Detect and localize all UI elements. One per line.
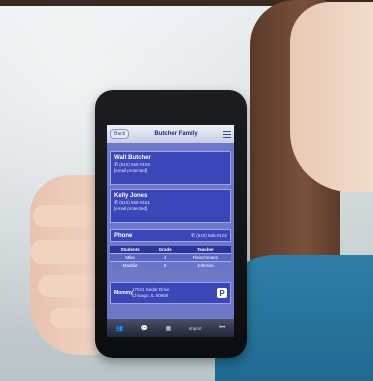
tab-bar: 👥 💬 ▦ Import ••• [107, 319, 234, 337]
phone-label: Phone [114, 232, 133, 239]
contact-name: Kelly Jones [114, 193, 148, 199]
contact-email[interactable]: [email protected] [114, 206, 227, 212]
phone-row[interactable]: Phone ✆(610) 555-0102 [110, 229, 231, 242]
address-line-2: Chicago, IL 60606 [132, 293, 169, 298]
address-line-1: 17041 Sedar Drive [132, 287, 170, 292]
person-face [290, 2, 373, 192]
table-cell: 4 [150, 253, 180, 262]
phone-screen: Back Butcher Family Walt Butcher ✆(610) … [107, 125, 234, 337]
contact-card-1[interactable]: Walt Butcher ✆(610) 555-0193 [email prot… [110, 151, 231, 185]
menu-icon[interactable] [222, 130, 231, 138]
tab-import[interactable]: Import [189, 326, 202, 331]
table-row[interactable]: Mike 4 Fleischmann [110, 253, 231, 262]
home-address-row[interactable]: Mommy 17041 Sedar Drive Chicago, IL 6060… [110, 282, 231, 304]
back-button[interactable]: Back [110, 129, 130, 139]
finger-2 [30, 240, 100, 264]
table-header: Teacher [179, 246, 231, 254]
table-cell: Mike [110, 253, 151, 262]
table-cell: 6 [150, 261, 180, 269]
home-label: Mommy [114, 290, 133, 296]
nav-title: Butcher Family [154, 131, 198, 137]
more-icon[interactable]: ••• [219, 325, 225, 331]
phone-value[interactable]: (610) 555-0102 [196, 233, 227, 238]
table-cell: Fleischmann [179, 253, 231, 262]
phone-icon: ✆ [191, 232, 196, 239]
chat-icon[interactable]: 💬 [141, 325, 148, 332]
contact-email[interactable]: [email protected] [114, 168, 227, 174]
nav-bar: Back Butcher Family [107, 125, 234, 143]
table-row[interactable]: Maddie 6 Johnson [110, 261, 231, 269]
students-table: Students Grade Teacher Mike 4 Fleischman… [110, 246, 231, 269]
table-cell: Maddie [110, 261, 151, 269]
table-header: Grade [150, 246, 180, 254]
contact-card-2[interactable]: Kelly Jones ✆(610) 555-0161 [email prote… [110, 189, 231, 223]
parking-icon[interactable]: P [217, 288, 227, 298]
calendar-icon[interactable]: ▦ [166, 325, 172, 332]
contact-name: Walt Butcher [114, 155, 151, 161]
contact-phone[interactable]: (610) 555-0161 [119, 200, 150, 205]
finger-1 [33, 205, 93, 227]
table-header: Students [110, 246, 151, 254]
people-icon[interactable]: 👥 [116, 325, 123, 332]
contact-phone[interactable]: (610) 555-0193 [119, 162, 150, 167]
table-cell: Johnson [179, 261, 231, 269]
finger-3 [38, 275, 100, 297]
